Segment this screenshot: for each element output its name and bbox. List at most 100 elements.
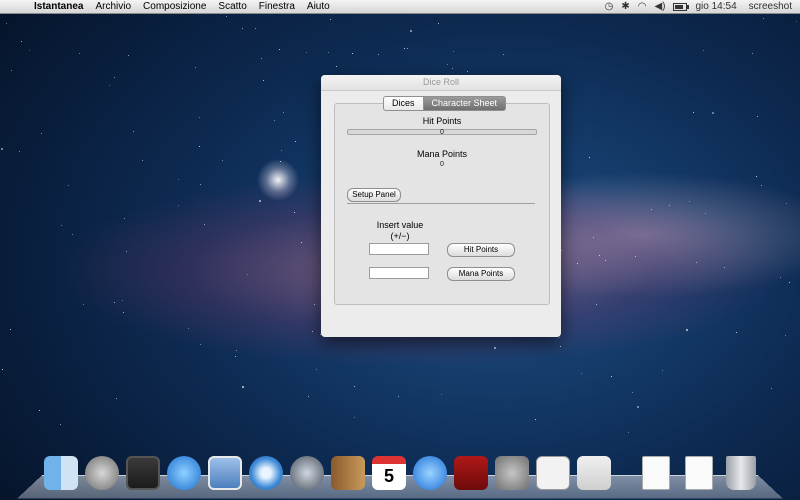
star xyxy=(441,394,442,395)
app-menu[interactable]: Istantanea xyxy=(28,1,89,12)
star xyxy=(1,148,3,150)
menubar-clock[interactable]: gio 14:54 xyxy=(695,1,736,12)
star xyxy=(199,146,200,147)
address-book-icon[interactable] xyxy=(331,456,365,490)
star xyxy=(593,237,594,238)
document-icon[interactable] xyxy=(642,456,670,490)
star xyxy=(535,419,536,420)
menu-bar: Istantanea Archivio Composizione Scatto … xyxy=(0,0,800,14)
star xyxy=(178,179,179,180)
setup-panel-button[interactable]: Setup Panel xyxy=(347,188,401,202)
star xyxy=(352,53,353,54)
dice-roll-window: Dice Roll Dices Character Sheet Hit Poin… xyxy=(321,75,561,337)
hit-points-label: Hit Points xyxy=(422,116,462,126)
star xyxy=(398,396,399,397)
star xyxy=(124,218,125,219)
menu-scatto[interactable]: Scatto xyxy=(212,1,252,12)
tab-character-sheet[interactable]: Character Sheet xyxy=(423,96,507,111)
mana-points-value: 0 xyxy=(440,161,444,168)
itunes-icon[interactable] xyxy=(413,456,447,490)
volume-icon[interactable]: ◀) xyxy=(654,1,665,12)
dice-roll-app-icon[interactable] xyxy=(536,456,570,490)
menu-finestra[interactable]: Finestra xyxy=(253,1,301,12)
star xyxy=(255,28,256,29)
star xyxy=(79,53,80,54)
preview-icon[interactable] xyxy=(577,456,611,490)
calendar-icon[interactable]: 5 xyxy=(372,456,406,490)
app-store-icon[interactable] xyxy=(167,456,201,490)
star xyxy=(122,300,123,301)
hit-points-button[interactable]: Hit Points xyxy=(447,243,515,257)
star xyxy=(6,23,7,24)
mission-control-icon[interactable] xyxy=(126,456,160,490)
mail-icon[interactable] xyxy=(208,456,242,490)
star xyxy=(123,312,124,313)
menu-archivio[interactable]: Archivio xyxy=(89,1,137,12)
status-area: ◷ ✱ ◠ ◀) gio 14:54 screeshot xyxy=(605,1,800,12)
time-machine-icon[interactable]: ◷ xyxy=(605,1,614,12)
document-icon[interactable] xyxy=(685,456,713,490)
star xyxy=(235,356,236,357)
star xyxy=(316,369,317,370)
star xyxy=(61,225,62,226)
star xyxy=(494,347,496,349)
star xyxy=(279,49,280,50)
launchpad-icon[interactable] xyxy=(85,456,119,490)
star xyxy=(204,224,205,225)
mana-points-button[interactable]: Mana Points xyxy=(447,267,515,281)
star xyxy=(236,350,237,351)
photo-booth-icon[interactable] xyxy=(454,456,488,490)
star xyxy=(407,48,408,49)
mana-points-input[interactable] xyxy=(369,267,429,279)
star xyxy=(68,185,69,186)
menu-aiuto[interactable]: Aiuto xyxy=(301,1,336,12)
star xyxy=(261,58,262,59)
window-title[interactable]: Dice Roll xyxy=(321,75,561,91)
star xyxy=(453,51,454,52)
star xyxy=(116,398,117,399)
star xyxy=(635,256,636,257)
star xyxy=(438,23,439,24)
star xyxy=(789,282,790,283)
star xyxy=(330,19,331,20)
star xyxy=(29,50,30,51)
system-preferences-icon[interactable] xyxy=(495,456,529,490)
star xyxy=(306,52,307,53)
star xyxy=(559,337,560,338)
star xyxy=(637,406,639,408)
menu-composizione[interactable]: Composizione xyxy=(137,1,212,12)
star xyxy=(756,176,757,177)
star xyxy=(114,302,115,303)
menubar-user[interactable]: screeshot xyxy=(749,1,792,12)
star xyxy=(577,263,578,264)
star xyxy=(447,64,448,65)
star xyxy=(114,77,115,78)
safari-icon[interactable] xyxy=(249,456,283,490)
star xyxy=(295,141,296,142)
star xyxy=(757,116,758,117)
star xyxy=(280,161,281,162)
star xyxy=(283,112,284,113)
star xyxy=(752,53,753,54)
finder-icon[interactable] xyxy=(44,456,78,490)
star xyxy=(281,150,282,151)
star xyxy=(263,80,264,81)
tab-dices[interactable]: Dices xyxy=(383,96,424,111)
trash-icon[interactable] xyxy=(726,456,756,490)
facetime-icon[interactable] xyxy=(290,456,324,490)
star xyxy=(328,52,329,53)
bluetooth-icon[interactable]: ✱ xyxy=(621,1,629,12)
star xyxy=(312,331,313,332)
star xyxy=(126,251,127,252)
star xyxy=(581,373,582,374)
star xyxy=(308,396,309,397)
battery-icon[interactable] xyxy=(673,2,690,11)
star xyxy=(294,212,295,213)
hit-points-input[interactable] xyxy=(369,243,429,255)
wifi-icon[interactable]: ◠ xyxy=(638,1,647,12)
star xyxy=(378,54,379,55)
star xyxy=(200,184,201,185)
star xyxy=(247,274,248,275)
star xyxy=(689,201,690,202)
star xyxy=(199,117,200,118)
